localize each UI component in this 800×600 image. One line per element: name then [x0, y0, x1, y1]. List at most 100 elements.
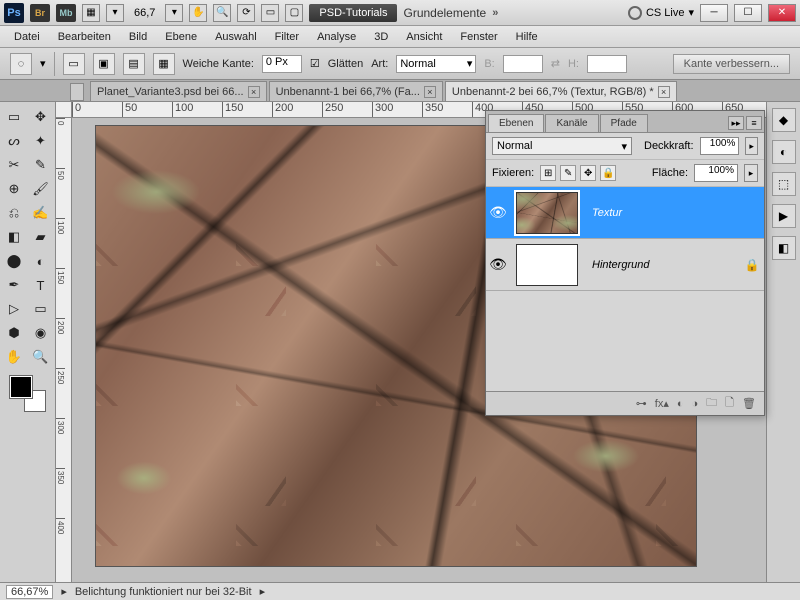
- menu-datei[interactable]: Datei: [6, 29, 48, 45]
- pen-tool[interactable]: ✒: [2, 274, 26, 296]
- refine-edge-button[interactable]: Kante verbessern...: [673, 54, 790, 74]
- menu-analyse[interactable]: Analyse: [309, 29, 364, 45]
- styles-panel-icon[interactable]: ⬚: [772, 172, 796, 196]
- menu-hilfe[interactable]: Hilfe: [508, 29, 546, 45]
- layer-fx-icon[interactable]: fx▴: [655, 397, 669, 410]
- screenmode-icon[interactable]: ▢: [285, 4, 303, 22]
- menu-filter[interactable]: Filter: [267, 29, 307, 45]
- status-flyout-icon[interactable]: ▸: [260, 585, 266, 598]
- foreground-swatch[interactable]: [10, 376, 32, 398]
- document-tab[interactable]: Planet_Variante3.psd bei 66...×: [90, 81, 267, 101]
- more-chevron-icon[interactable]: »: [492, 7, 498, 19]
- layer-name[interactable]: Textur: [584, 207, 764, 219]
- delete-layer-icon[interactable]: 🗑: [742, 397, 756, 410]
- lock-position-icon[interactable]: ✥: [580, 165, 596, 181]
- arrange-icon[interactable]: ▭: [261, 4, 279, 22]
- eyedropper-tool[interactable]: ✎: [29, 154, 53, 176]
- shape-tool[interactable]: ▭: [29, 298, 53, 320]
- opacity-input[interactable]: 100%: [700, 137, 740, 155]
- tab-ebenen[interactable]: Ebenen: [488, 114, 544, 132]
- status-flyout-icon[interactable]: ▸: [61, 585, 67, 598]
- lasso-tool[interactable]: ᔕ: [2, 130, 26, 152]
- ruler-corner[interactable]: [56, 102, 72, 118]
- panel-menu-icon[interactable]: ≡: [746, 116, 762, 130]
- selection-add-icon[interactable]: ▣: [93, 53, 115, 75]
- eye-icon[interactable]: 👁: [486, 204, 510, 221]
- tab-kanaele[interactable]: Kanäle: [545, 114, 598, 132]
- close-button[interactable]: ✕: [768, 4, 796, 22]
- selection-intersect-icon[interactable]: ▦: [153, 53, 175, 75]
- adjustment-layer-icon[interactable]: ◑: [692, 398, 699, 410]
- chevron-down-icon[interactable]: ▾: [106, 4, 124, 22]
- eraser-tool[interactable]: ◧: [2, 226, 26, 248]
- bridge-button[interactable]: Br: [30, 4, 50, 22]
- menu-bearbeiten[interactable]: Bearbeiten: [50, 29, 119, 45]
- antialias-checkbox[interactable]: ☑: [310, 57, 320, 70]
- layer-row[interactable]: 👁 Hintergrund 🔒: [486, 239, 764, 291]
- layers-panel-icon[interactable]: ◆: [772, 108, 796, 132]
- ruler-vertical[interactable]: 050100150200250300350400: [56, 118, 72, 582]
- menu-3d[interactable]: 3D: [366, 29, 396, 45]
- layer-row[interactable]: 👁 Textur: [486, 187, 764, 239]
- wand-tool[interactable]: ✦: [29, 130, 53, 152]
- maximize-button[interactable]: ☐: [734, 4, 762, 22]
- menu-ebene[interactable]: Ebene: [157, 29, 205, 45]
- selection-new-icon[interactable]: ▭: [63, 53, 85, 75]
- tab-pfade[interactable]: Pfade: [600, 114, 648, 132]
- menu-ansicht[interactable]: Ansicht: [398, 29, 450, 45]
- view-extras-icon[interactable]: ▦: [82, 4, 100, 22]
- eye-icon[interactable]: 👁: [486, 256, 510, 273]
- history-brush-tool[interactable]: ✍: [29, 202, 53, 224]
- move-tool[interactable]: ✥: [29, 106, 53, 128]
- selection-subtract-icon[interactable]: ▤: [123, 53, 145, 75]
- minibridge-button[interactable]: Mb: [56, 4, 76, 22]
- path-select-tool[interactable]: ▷: [2, 298, 26, 320]
- close-icon[interactable]: ×: [658, 86, 670, 98]
- menu-fenster[interactable]: Fenster: [452, 29, 505, 45]
- current-tool-icon[interactable]: ◌: [10, 53, 32, 75]
- stamp-tool[interactable]: ⎌: [2, 202, 26, 224]
- lock-all-icon[interactable]: 🔒: [600, 165, 616, 181]
- layer-name[interactable]: Hintergrund: [584, 259, 740, 271]
- panel-collapse-icon[interactable]: ▸▸: [728, 116, 744, 130]
- type-tool[interactable]: T: [29, 274, 53, 296]
- blur-tool[interactable]: ⬤: [2, 250, 26, 272]
- crop-tool[interactable]: ✂: [2, 154, 26, 176]
- layer-group-icon[interactable]: 🗀: [706, 394, 717, 413]
- zoom-field[interactable]: 66,67%: [6, 585, 53, 599]
- 3d-camera-tool[interactable]: ◉: [29, 322, 53, 344]
- document-tab[interactable]: Unbenannt-2 bei 66,7% (Textur, RGB/8) *×: [445, 81, 677, 101]
- close-icon[interactable]: ×: [248, 86, 260, 98]
- brand-button[interactable]: PSD-Tutorials: [309, 4, 397, 22]
- menu-bild[interactable]: Bild: [121, 29, 155, 45]
- cslive-label[interactable]: CS Live: [646, 7, 685, 19]
- hand-tool[interactable]: ✋: [2, 346, 26, 368]
- tab-collapse-icon[interactable]: [70, 83, 84, 101]
- hand-icon[interactable]: ✋: [189, 4, 207, 22]
- style-select[interactable]: Normal▾: [396, 55, 476, 73]
- new-layer-icon[interactable]: 🗋: [725, 394, 734, 413]
- opacity-flyout-icon[interactable]: ▸: [745, 137, 758, 155]
- link-layers-icon[interactable]: ⊶: [636, 397, 647, 410]
- marquee-tool[interactable]: ▭: [2, 106, 26, 128]
- dodge-tool[interactable]: ◐: [29, 250, 53, 272]
- actions-panel-icon[interactable]: ◧: [772, 236, 796, 260]
- lock-paint-icon[interactable]: ✎: [560, 165, 576, 181]
- rotate-icon[interactable]: ⟳: [237, 4, 255, 22]
- document-tab[interactable]: Unbenannt-1 bei 66,7% (Fa...×: [269, 81, 443, 101]
- color-swatches[interactable]: [10, 376, 46, 412]
- chevron-down-icon[interactable]: ▾: [40, 57, 46, 70]
- layer-mask-icon[interactable]: ◐: [677, 398, 684, 410]
- history-panel-icon[interactable]: ▶: [772, 204, 796, 228]
- zoom-icon[interactable]: 🔍: [213, 4, 231, 22]
- feather-input[interactable]: 0 Px: [262, 55, 302, 73]
- blend-mode-select[interactable]: Normal▾: [492, 137, 632, 155]
- fill-flyout-icon[interactable]: ▸: [744, 164, 758, 182]
- zoom-readout[interactable]: 66,7: [130, 7, 159, 19]
- chevron-down-icon[interactable]: ▾: [688, 6, 694, 19]
- heal-tool[interactable]: ⊕: [2, 178, 26, 200]
- zoom-tool[interactable]: 🔍: [29, 346, 53, 368]
- adjustments-panel-icon[interactable]: ◐: [772, 140, 796, 164]
- layer-thumbnail[interactable]: [516, 192, 578, 234]
- gradient-tool[interactable]: ▰: [29, 226, 53, 248]
